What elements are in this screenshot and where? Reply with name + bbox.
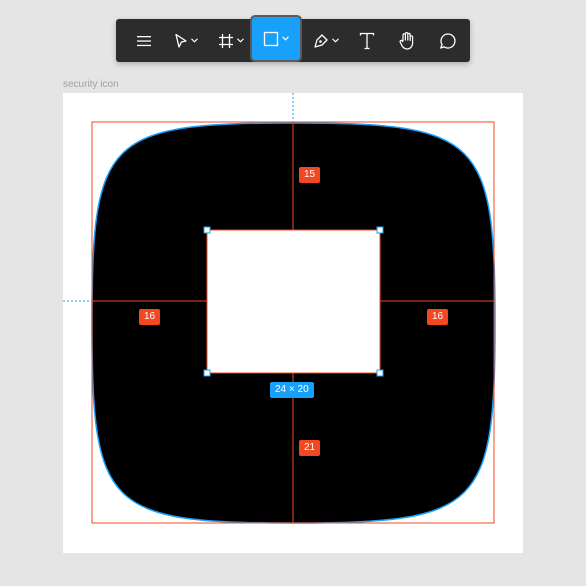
measure-badge-left: 16	[139, 309, 161, 325]
selected-rectangle[interactable]	[206, 229, 381, 374]
measure-badge-right: 16	[427, 309, 449, 325]
resize-handle-bottom-left[interactable]	[203, 369, 211, 377]
measure-badge-top: 15	[299, 167, 321, 183]
measure-badge-bottom: 21	[299, 440, 321, 456]
resize-handle-top-left[interactable]	[203, 226, 211, 234]
resize-handle-bottom-right[interactable]	[376, 369, 384, 377]
resize-handle-top-right[interactable]	[376, 226, 384, 234]
selection-size-badge: 24 × 20	[270, 382, 314, 398]
canvas-overlay	[63, 93, 496, 524]
